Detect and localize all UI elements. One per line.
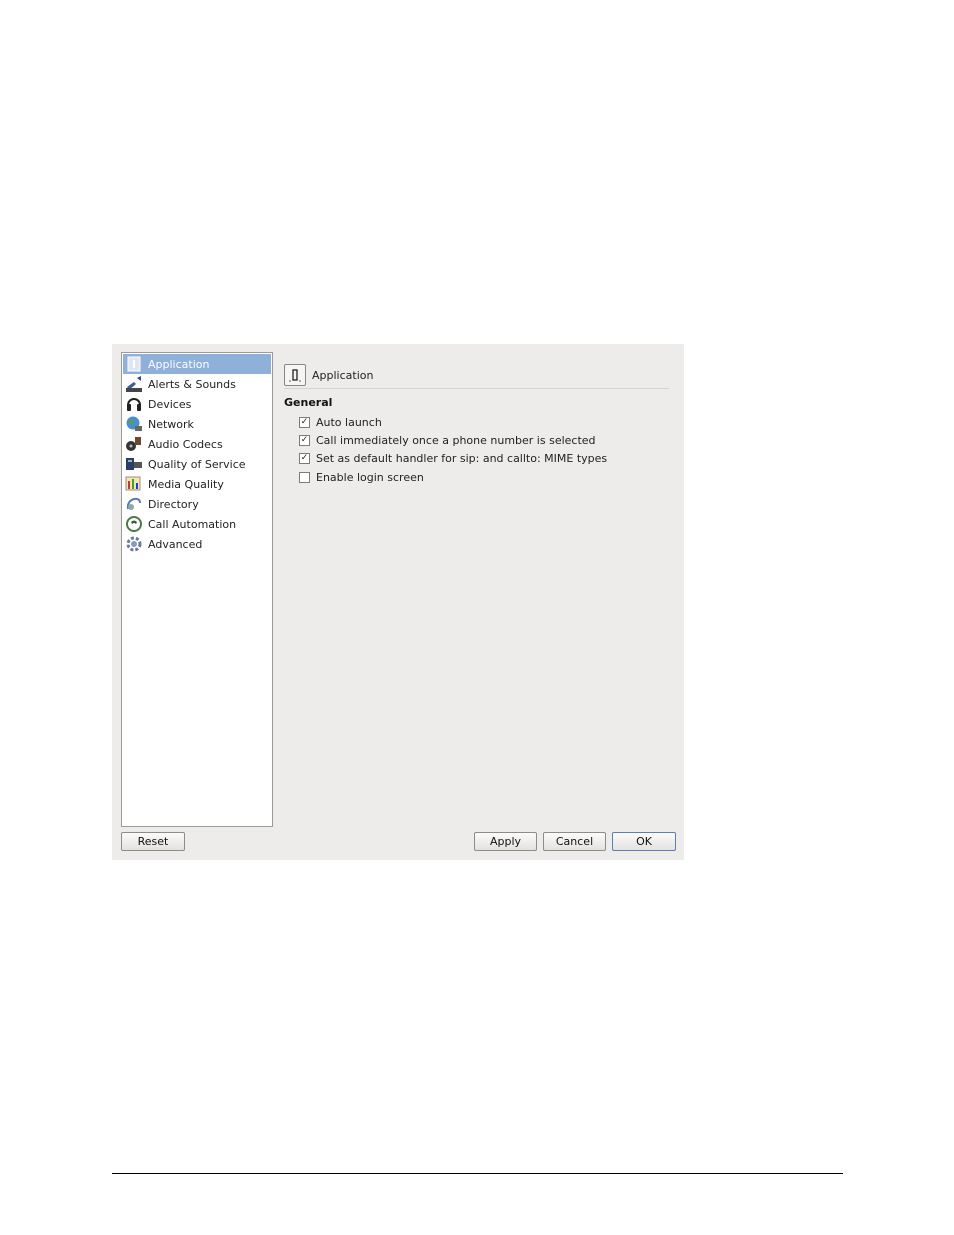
apply-button[interactable]: Apply bbox=[474, 832, 537, 851]
sidebar-item-label: Alerts & Sounds bbox=[148, 377, 236, 391]
quality-of-service-icon bbox=[125, 455, 143, 473]
gear-icon bbox=[125, 535, 143, 553]
sidebar-item-label: Audio Codecs bbox=[148, 437, 223, 451]
enable-login-screen-checkbox[interactable] bbox=[299, 472, 310, 483]
reset-button[interactable]: Reset bbox=[121, 832, 185, 851]
enable-login-screen-option[interactable]: Enable login screen bbox=[299, 471, 424, 484]
sidebar-item-media-quality[interactable]: Media Quality bbox=[123, 474, 271, 494]
option-label: Enable login screen bbox=[316, 471, 424, 484]
directory-icon bbox=[125, 495, 143, 513]
auto-launch-option[interactable]: ✓ Auto launch bbox=[299, 416, 382, 429]
default-handler-checkbox[interactable]: ✓ bbox=[299, 453, 310, 464]
header-divider bbox=[284, 388, 669, 389]
page-title: Application bbox=[312, 368, 374, 382]
sidebar-item-label: Media Quality bbox=[148, 477, 224, 491]
audio-codecs-icon bbox=[125, 435, 143, 453]
sidebar-item-audio-codecs[interactable]: Audio Codecs bbox=[123, 434, 271, 454]
sidebar-item-devices[interactable]: Devices bbox=[123, 394, 271, 414]
sidebar-item-label: Directory bbox=[148, 497, 199, 511]
auto-launch-checkbox[interactable]: ✓ bbox=[299, 417, 310, 428]
page-header: Application bbox=[284, 362, 669, 388]
globe-icon bbox=[125, 415, 143, 433]
sidebar-item-label: Call Automation bbox=[148, 517, 237, 531]
sidebar-item-label: Quality of Service bbox=[148, 457, 246, 471]
call-immediately-option[interactable]: ✓ Call immediately once a phone number i… bbox=[299, 434, 596, 447]
page-footer-rule bbox=[112, 1173, 843, 1174]
preferences-dialog: Application Alerts & Sounds Devices Netw… bbox=[112, 344, 684, 860]
sidebar-item-label: Network bbox=[148, 417, 194, 431]
sidebar-item-alerts-sounds[interactable]: Alerts & Sounds bbox=[123, 374, 271, 394]
sidebar-item-label: Devices bbox=[148, 397, 192, 411]
ok-button[interactable]: OK bbox=[612, 832, 676, 851]
option-label: Auto launch bbox=[316, 416, 382, 429]
option-label: Set as default handler for sip: and call… bbox=[316, 452, 608, 465]
application-icon bbox=[284, 364, 306, 386]
option-label: Call immediately once a phone number is … bbox=[316, 434, 596, 447]
default-handler-option[interactable]: ✓ Set as default handler for sip: and ca… bbox=[299, 452, 607, 465]
sidebar-item-application[interactable]: Application bbox=[123, 354, 271, 374]
sidebar-item-label: Application bbox=[148, 357, 210, 371]
sidebar-item-label: Advanced bbox=[148, 537, 203, 551]
cancel-button[interactable]: Cancel bbox=[543, 832, 606, 851]
section-title-general: General bbox=[284, 396, 333, 409]
sidebar-item-network[interactable]: Network bbox=[123, 414, 271, 434]
call-automation-icon bbox=[125, 515, 143, 533]
speaker-icon bbox=[125, 375, 143, 393]
media-quality-icon bbox=[125, 475, 143, 493]
application-icon bbox=[125, 355, 143, 373]
sidebar-item-directory[interactable]: Directory bbox=[123, 494, 271, 514]
sidebar-item-call-automation[interactable]: Call Automation bbox=[123, 514, 271, 534]
sidebar-item-quality-of-service[interactable]: Quality of Service bbox=[123, 454, 271, 474]
category-list[interactable]: Application Alerts & Sounds Devices Netw… bbox=[121, 352, 273, 827]
sidebar-item-advanced[interactable]: Advanced bbox=[123, 534, 271, 554]
headset-icon bbox=[125, 395, 143, 413]
call-immediately-checkbox[interactable]: ✓ bbox=[299, 435, 310, 446]
